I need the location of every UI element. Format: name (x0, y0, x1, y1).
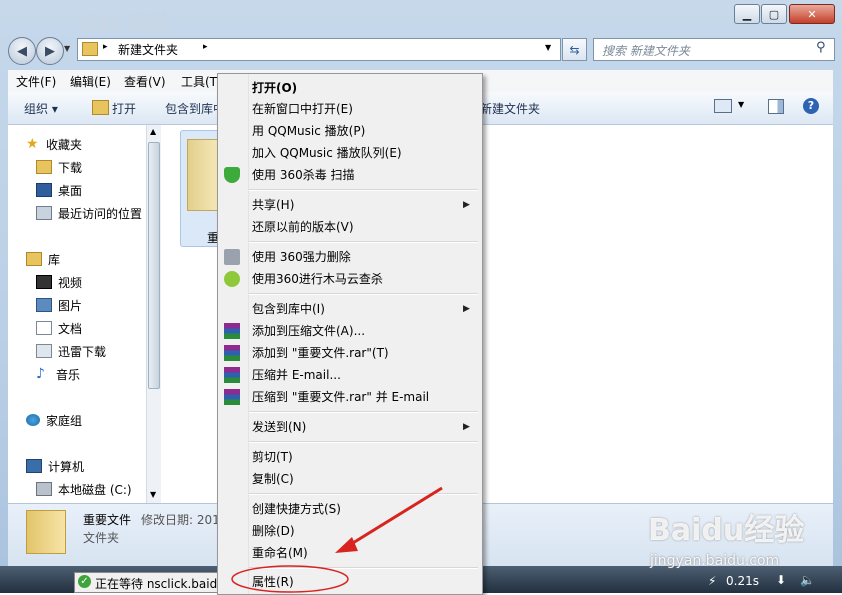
pointer-arrow (347, 486, 443, 548)
arrow-head-icon (335, 537, 358, 553)
watermark-brand: Baidu经验 (648, 513, 805, 548)
watermark-url: jingyan.baidu.com (650, 553, 780, 569)
watermark: Baidu经验 jingyan.baidu.com (620, 495, 830, 580)
highlight-ellipse (231, 565, 349, 593)
